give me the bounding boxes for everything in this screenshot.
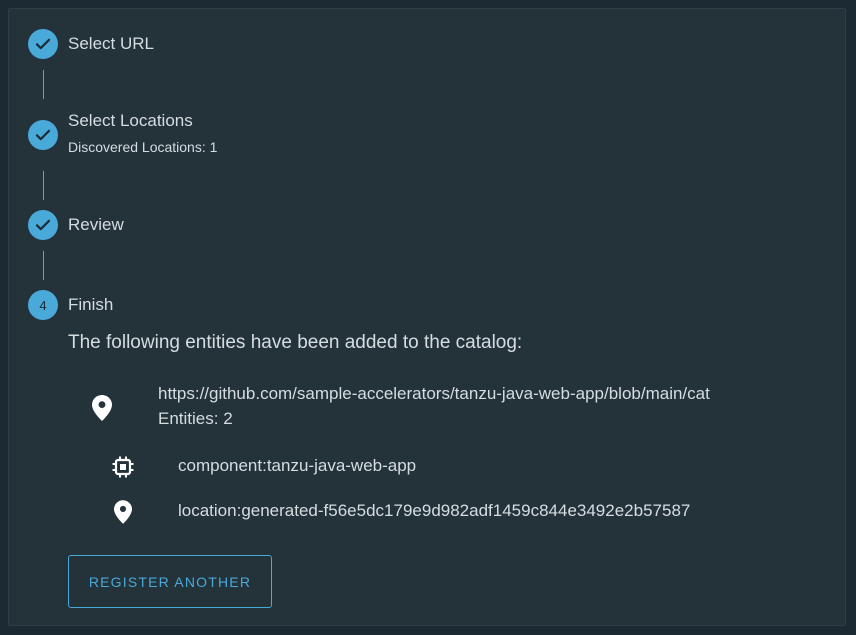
step-3-label: Review [68, 215, 124, 234]
register-another-button[interactable]: REGISTER ANOTHER [68, 555, 272, 608]
step-3-check-icon [28, 210, 58, 240]
chip-icon [112, 456, 134, 482]
location-entities-count: Entities: 2 [158, 409, 233, 428]
location-pin-icon [114, 500, 132, 528]
finish-heading: The following entities have been added t… [68, 332, 523, 353]
step-2-check-icon [28, 120, 58, 150]
step-4-number-badge: 4 [28, 290, 58, 320]
step-connector [43, 171, 44, 200]
step-connector [43, 70, 44, 99]
step-connector [43, 251, 44, 280]
step-2-sublabel: Discovered Locations: 1 [68, 139, 218, 155]
step-4-number: 4 [39, 297, 47, 313]
step-1-label: Select URL [68, 34, 154, 53]
location-pin-icon [92, 395, 112, 425]
step-2-label: Select Locations [68, 111, 193, 130]
step-1-check-icon [28, 29, 58, 59]
location-url: https://github.com/sample-accelerators/t… [158, 384, 710, 403]
step-4-label: Finish [68, 295, 114, 314]
entity-component-name[interactable]: component:tanzu-java-web-app [178, 456, 416, 476]
stepper-card: Select URL Select Locations Discovered L… [8, 8, 846, 626]
entity-location-name[interactable]: location:generated-f56e5dc179e9d982adf14… [178, 501, 690, 521]
